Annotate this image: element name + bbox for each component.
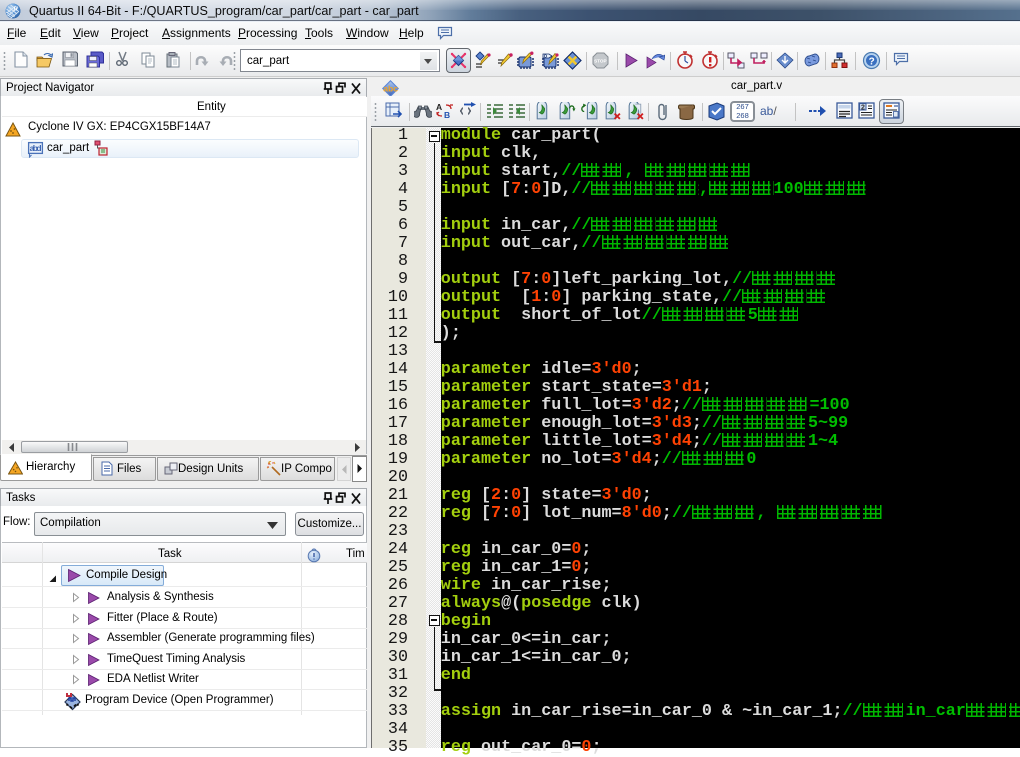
svg-text:B: B <box>444 110 450 120</box>
svg-text:STOP: STOP <box>594 59 606 64</box>
svg-text:2: 2 <box>861 105 865 112</box>
svg-text:?: ? <box>869 56 875 67</box>
svg-text:abc: abc <box>383 83 398 93</box>
svg-text:II: II <box>12 7 18 13</box>
svg-text:A: A <box>436 102 442 112</box>
svg-text:abd: abd <box>30 143 42 153</box>
